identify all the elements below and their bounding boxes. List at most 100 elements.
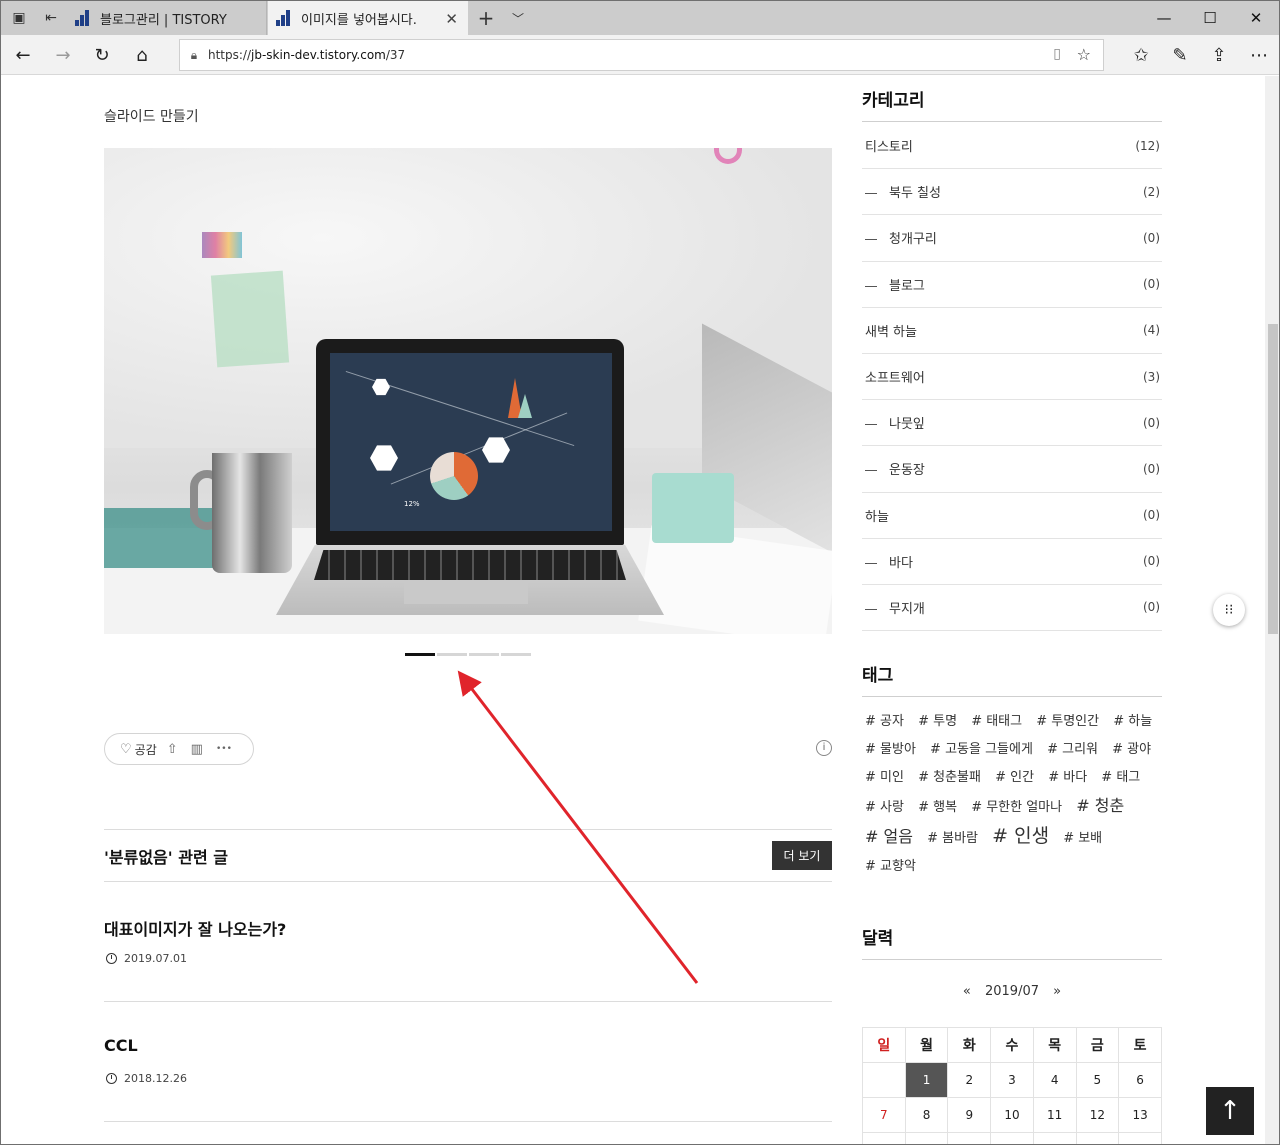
tag-link[interactable]: # 봄바람 [927,831,978,846]
tag-link[interactable]: # 투명 [918,714,957,729]
next-month-button[interactable]: » [1053,984,1061,999]
tab-blog-admin[interactable]: 블로그관리 | TISTORY [67,1,267,35]
chevron-down-icon[interactable]: ﹀ [504,1,532,35]
category-item[interactable]: 운동장 (0) [862,446,1162,493]
tab-manager-icon[interactable]: ▣ [3,1,35,35]
calendar-day[interactable]: 18 [1032,1132,1077,1144]
category-item[interactable]: 청개구리 (0) [862,215,1162,262]
tag-link[interactable]: # 바다 [1048,770,1087,785]
calendar-day[interactable]: 14 [862,1132,906,1144]
category-item[interactable]: 나뭇잎 (0) [862,400,1162,447]
category-name: 운동장 [865,459,925,478]
forward-arrow-icon[interactable]: → [43,35,83,75]
tag-link[interactable]: # 보배 [1063,831,1102,846]
category-item[interactable]: 북두 칠성 (2) [862,169,1162,216]
minimize-icon[interactable]: — [1141,1,1187,35]
tag-link[interactable]: # 고동을 그들에게 [930,742,1033,757]
list-item[interactable]: CCL 2018.12.26 [104,1002,832,1122]
calendar-day[interactable]: 16 [947,1132,992,1144]
category-item[interactable]: 바다 (0) [862,539,1162,585]
favorites-icon[interactable]: ✩ [1121,35,1161,75]
pen-notes-icon[interactable]: ✎ [1160,35,1200,75]
home-icon[interactable]: ⌂ [122,35,162,75]
share-button[interactable]: ⇧ [167,742,181,757]
scrollbar-thumb[interactable] [1268,324,1278,634]
more-menu-icon[interactable]: ⋯ [1239,35,1279,75]
calendar-day[interactable]: 10 [990,1097,1034,1133]
tag-link[interactable]: # 청춘불패 [918,770,981,785]
tag-link[interactable]: # 인간 [995,770,1034,785]
slider-dot[interactable] [437,653,467,656]
menu-dots-icon[interactable]: ⁝⁝ [1213,594,1245,626]
more-button[interactable]: 더 보기 [772,841,832,870]
address-bar[interactable]: 🔒︎ https://jb-skin-dev.tistory.com/37 ▯ … [179,39,1104,71]
tag-link[interactable]: # 태그 [1101,770,1140,785]
category-item[interactable]: 무지개 (0) [862,585,1162,632]
info-icon[interactable]: i [816,740,832,756]
share-icon[interactable]: ⇪ [1199,35,1239,75]
calendar-day[interactable]: 5 [1075,1062,1120,1098]
slider-dot[interactable] [501,653,531,656]
category-item[interactable]: 티스토리 (12) [862,123,1162,170]
calendar-day[interactable]: 19 [1075,1132,1120,1144]
calendar-day[interactable]: 3 [990,1062,1034,1098]
category-item[interactable]: 하늘 (0) [862,493,1162,539]
tag-link[interactable]: # 물방아 [865,742,916,757]
calendar-day[interactable]: 4 [1032,1062,1077,1098]
tag-link[interactable]: # 사랑 [865,800,904,815]
maximize-icon[interactable]: ☐ [1187,1,1233,35]
calendar-day[interactable]: 11 [1032,1097,1077,1133]
category-item[interactable]: 소프트웨어 (3) [862,354,1162,401]
reading-view-icon[interactable]: ▯ [1053,46,1061,62]
close-window-icon[interactable]: ✕ [1233,1,1279,35]
tag-link[interactable]: # 그리워 [1047,742,1098,757]
tag-link[interactable]: # 하늘 [1113,714,1152,729]
tag-link[interactable]: # 행복 [918,800,957,815]
tag-link[interactable]: # 얼음 [865,827,913,846]
favorite-star-icon[interactable]: ☆ [1077,45,1091,64]
calendar-day[interactable]: 9 [947,1097,992,1133]
tag-link[interactable]: # 교향악 [865,859,916,874]
back-arrow-icon[interactable]: ← [3,35,43,75]
set-aside-tabs-icon[interactable]: ⇤ [35,1,67,35]
calendar-day[interactable]: 7 [862,1097,906,1133]
calendar-day[interactable]: 20 [1118,1132,1162,1144]
related-title[interactable]: CCL [104,1036,138,1055]
slider-dot[interactable] [469,653,499,656]
related-title[interactable]: 대표이미지가 잘 나오는가? [104,916,286,940]
prev-month-button[interactable]: « [963,984,971,999]
calendar-day[interactable]: 17 [990,1132,1034,1144]
list-item[interactable]: 대표이미지가 잘 나오는가? 2019.07.01 [104,882,832,1002]
calendar-day[interactable]: 12 [1075,1097,1120,1133]
category-name: 무지개 [865,598,925,617]
stats-button[interactable]: ▥ [191,742,206,757]
more-button[interactable]: ••• [216,744,235,754]
tag-link[interactable]: # 무한한 얼마나 [971,800,1062,815]
calendar-day[interactable]: 2 [947,1062,992,1098]
slider-dot[interactable] [405,653,435,656]
tag-link[interactable]: # 광야 [1112,742,1151,757]
tag-link[interactable]: # 공자 [865,714,904,729]
scrollbar[interactable] [1265,76,1279,1144]
tag-link[interactable]: # 태태그 [971,714,1022,729]
tag-link[interactable]: # 미인 [865,770,904,785]
scroll-to-top-button[interactable]: ↑ [1206,1087,1254,1135]
new-tab-icon[interactable]: + [471,1,501,35]
related-header: '분류없음' 관련 글 더 보기 [104,830,832,882]
tag-link[interactable]: # 투명인간 [1036,714,1099,729]
refresh-icon[interactable]: ↻ [82,35,122,75]
close-tab-icon[interactable]: ✕ [445,10,458,28]
calendar-day[interactable]: 13 [1118,1097,1162,1133]
calendar-day[interactable]: 15 [904,1132,949,1144]
tag-link[interactable]: # 인생 [992,825,1049,847]
category-item[interactable]: 새벽 하늘 (4) [862,308,1162,354]
like-button[interactable]: ♡ 공감 [120,741,157,758]
calendar-day[interactable]: 6 [1118,1062,1162,1098]
slide-image[interactable]: 12% [104,148,832,634]
category-item[interactable]: 블로그 (0) [862,262,1162,308]
category-count: (0) [1143,415,1160,430]
tab-current-post[interactable]: 이미지를 넣어봅시다. ✕ [268,1,468,35]
calendar-day[interactable]: 8 [904,1097,949,1133]
tag-link[interactable]: # 청춘 [1076,796,1124,815]
calendar-day[interactable]: 1 [904,1062,949,1098]
